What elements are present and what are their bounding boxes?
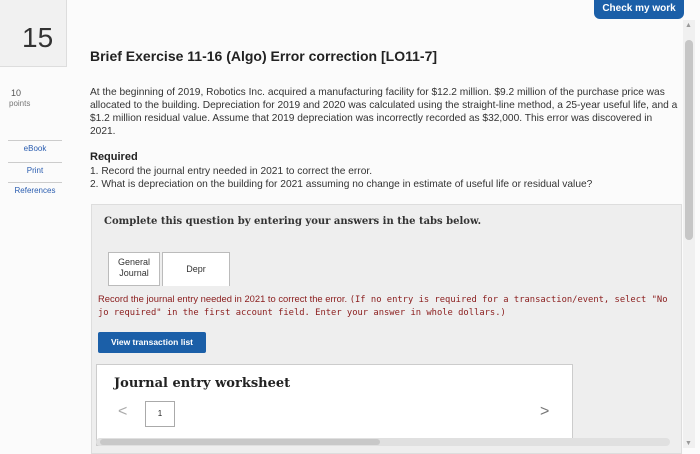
question-number: 15 <box>22 22 54 53</box>
requirement-2: 2. What is depreciation on the building … <box>90 179 593 190</box>
question-number-box: 15 <box>0 0 67 67</box>
points-value: 10 <box>11 88 22 98</box>
journal-worksheet-title: Journal entry worksheet <box>114 376 291 391</box>
chevron-right-icon[interactable]: > <box>540 403 549 421</box>
references-link[interactable]: References <box>8 182 62 195</box>
print-link[interactable]: Print <box>8 162 62 175</box>
vertical-scrollbar-thumb[interactable] <box>685 40 693 240</box>
scroll-up-icon[interactable]: ▲ <box>685 22 692 29</box>
instruction-main: Record the journal entry needed in 2021 … <box>98 293 350 304</box>
tab-general-journal[interactable]: General Journal <box>108 252 160 286</box>
requirement-1: 1. Record the journal entry needed in 20… <box>90 166 373 177</box>
instructions: Record the journal entry needed in 2021 … <box>98 293 682 319</box>
tab-general-journal-label: General Journal <box>117 257 151 278</box>
page-number-box[interactable]: 1 <box>145 401 175 427</box>
ebook-link[interactable]: eBook <box>8 140 62 153</box>
exercise-title: Brief Exercise 11-16 (Algo) Error correc… <box>90 48 438 64</box>
tab-depr[interactable]: Depr <box>162 252 230 286</box>
exercise-paragraph: At the beginning of 2019, Robotics Inc. … <box>90 87 678 137</box>
points-label: points <box>9 99 31 108</box>
view-transaction-list-button[interactable]: View transaction list <box>98 332 206 353</box>
required-heading: Required <box>90 151 138 163</box>
check-my-work-button[interactable]: Check my work <box>594 0 684 19</box>
scroll-down-icon[interactable]: ▼ <box>685 440 692 447</box>
horizontal-scrollbar-thumb[interactable] <box>100 439 380 445</box>
chevron-left-icon[interactable]: < <box>118 403 127 421</box>
panel-heading: Complete this question by entering your … <box>104 216 482 227</box>
